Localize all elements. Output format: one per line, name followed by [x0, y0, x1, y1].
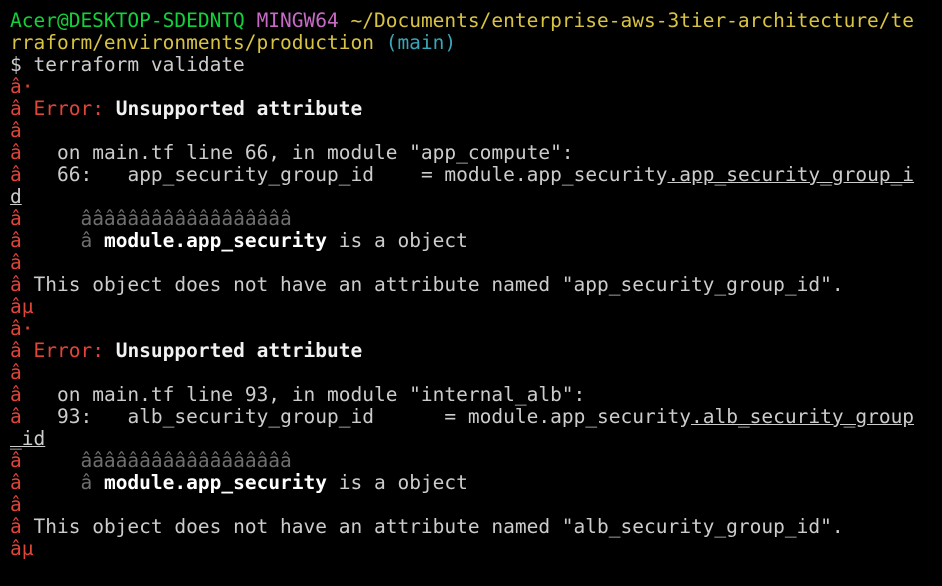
code-highlight-wrap: _id — [10, 427, 46, 450]
line-number: 93: — [56, 405, 93, 428]
detail-expression: module.app_security — [103, 471, 328, 494]
error-bar: â — [10, 405, 22, 428]
git-branch: (main) — [385, 31, 457, 54]
detail-prefix: â — [80, 229, 93, 252]
error-title: Unsupported attribute — [115, 97, 363, 120]
terminal-window[interactable]: Acer@DESKTOP-SDEDNTQ MINGW64 ~/Documents… — [0, 0, 942, 586]
error-bar: â — [10, 361, 22, 384]
code-highlight-wrap: d — [10, 185, 22, 208]
code-highlight: .app_security_group_i — [667, 163, 915, 186]
error-message: This object does not have an attribute n… — [33, 273, 844, 296]
shell-name: MINGW64 — [256, 9, 339, 32]
error-heading: â Error: Unsupported attribute — [10, 340, 942, 362]
error-bar: â — [10, 163, 22, 186]
error-bar: â — [10, 515, 22, 538]
error-message-line: â This object does not have an attribute… — [10, 516, 942, 538]
location-text: on main.tf line 93, in module "internal_… — [56, 383, 586, 406]
error-end-bar: âµ — [10, 537, 34, 560]
line-number: 66: — [56, 163, 93, 186]
error-squiggle-line: â ââââââââââââââââââ — [10, 208, 942, 230]
error-bar: â — [10, 251, 22, 274]
detail-text: is a object — [338, 471, 468, 494]
user-host: Acer@DESKTOP-SDEDNTQ — [10, 9, 245, 32]
detail-prefix: â — [80, 471, 93, 494]
error-top-bar: â· — [10, 317, 34, 340]
error-bar: â — [10, 207, 22, 230]
error-label: Error: — [33, 339, 104, 362]
detail-text: is a object — [338, 229, 468, 252]
error-end-bar: âµ — [10, 295, 34, 318]
current-path-wrap: rraform/environments/production — [10, 31, 374, 54]
code-text: app_security_group_id = module.app_secur… — [127, 163, 668, 186]
error-title: Unsupported attribute — [115, 339, 363, 362]
error-bar: â — [10, 229, 22, 252]
error-code-wrap: _id — [10, 428, 942, 450]
error-location: â on main.tf line 93, in module "interna… — [10, 384, 942, 406]
location-text: on main.tf line 66, in module "app_compu… — [56, 141, 574, 164]
error-bar: â — [10, 119, 22, 142]
error-message: This object does not have an attribute n… — [33, 515, 844, 538]
error-location: â on main.tf line 66, in module "app_com… — [10, 142, 942, 164]
error-bar: â — [10, 339, 22, 362]
error-bar: â — [10, 141, 22, 164]
error-code-line: â 93: alb_security_group_id = module.app… — [10, 406, 942, 428]
error-top-bar: â· — [10, 75, 34, 98]
error-code-line: â 66: app_security_group_id = module.app… — [10, 164, 942, 186]
detail-expression: module.app_security — [103, 229, 328, 252]
error-detail-line: â â module.app_security is a object — [10, 230, 942, 252]
command-line: $ terraform validate — [10, 53, 245, 76]
squiggle: ââââââââââââââââââ — [80, 207, 292, 230]
prompt-line: Acer@DESKTOP-SDEDNTQ MINGW64 ~/Documents… — [10, 10, 942, 32]
error-bar: â — [10, 471, 22, 494]
squiggle: ââââââââââââââââââ — [80, 449, 292, 472]
error-bar: â — [10, 97, 22, 120]
current-path: ~/Documents/enterprise-aws-3tier-archite… — [350, 9, 915, 32]
prompt-line-wrap: rraform/environments/production (main) — [10, 32, 942, 54]
error-squiggle-line: â ââââââââââââââââââ — [10, 450, 942, 472]
error-bar: â — [10, 273, 22, 296]
error-bar: â — [10, 383, 22, 406]
code-text: alb_security_group_id = module.app_secur… — [127, 405, 691, 428]
error-detail-line: â â module.app_security is a object — [10, 472, 942, 494]
error-bar: â — [10, 493, 22, 516]
error-label: Error: — [33, 97, 104, 120]
error-code-wrap: d — [10, 186, 942, 208]
code-highlight: .alb_security_group — [690, 405, 915, 428]
error-bar: â — [10, 449, 22, 472]
error-heading: â Error: Unsupported attribute — [10, 98, 942, 120]
error-message-line: â This object does not have an attribute… — [10, 274, 942, 296]
